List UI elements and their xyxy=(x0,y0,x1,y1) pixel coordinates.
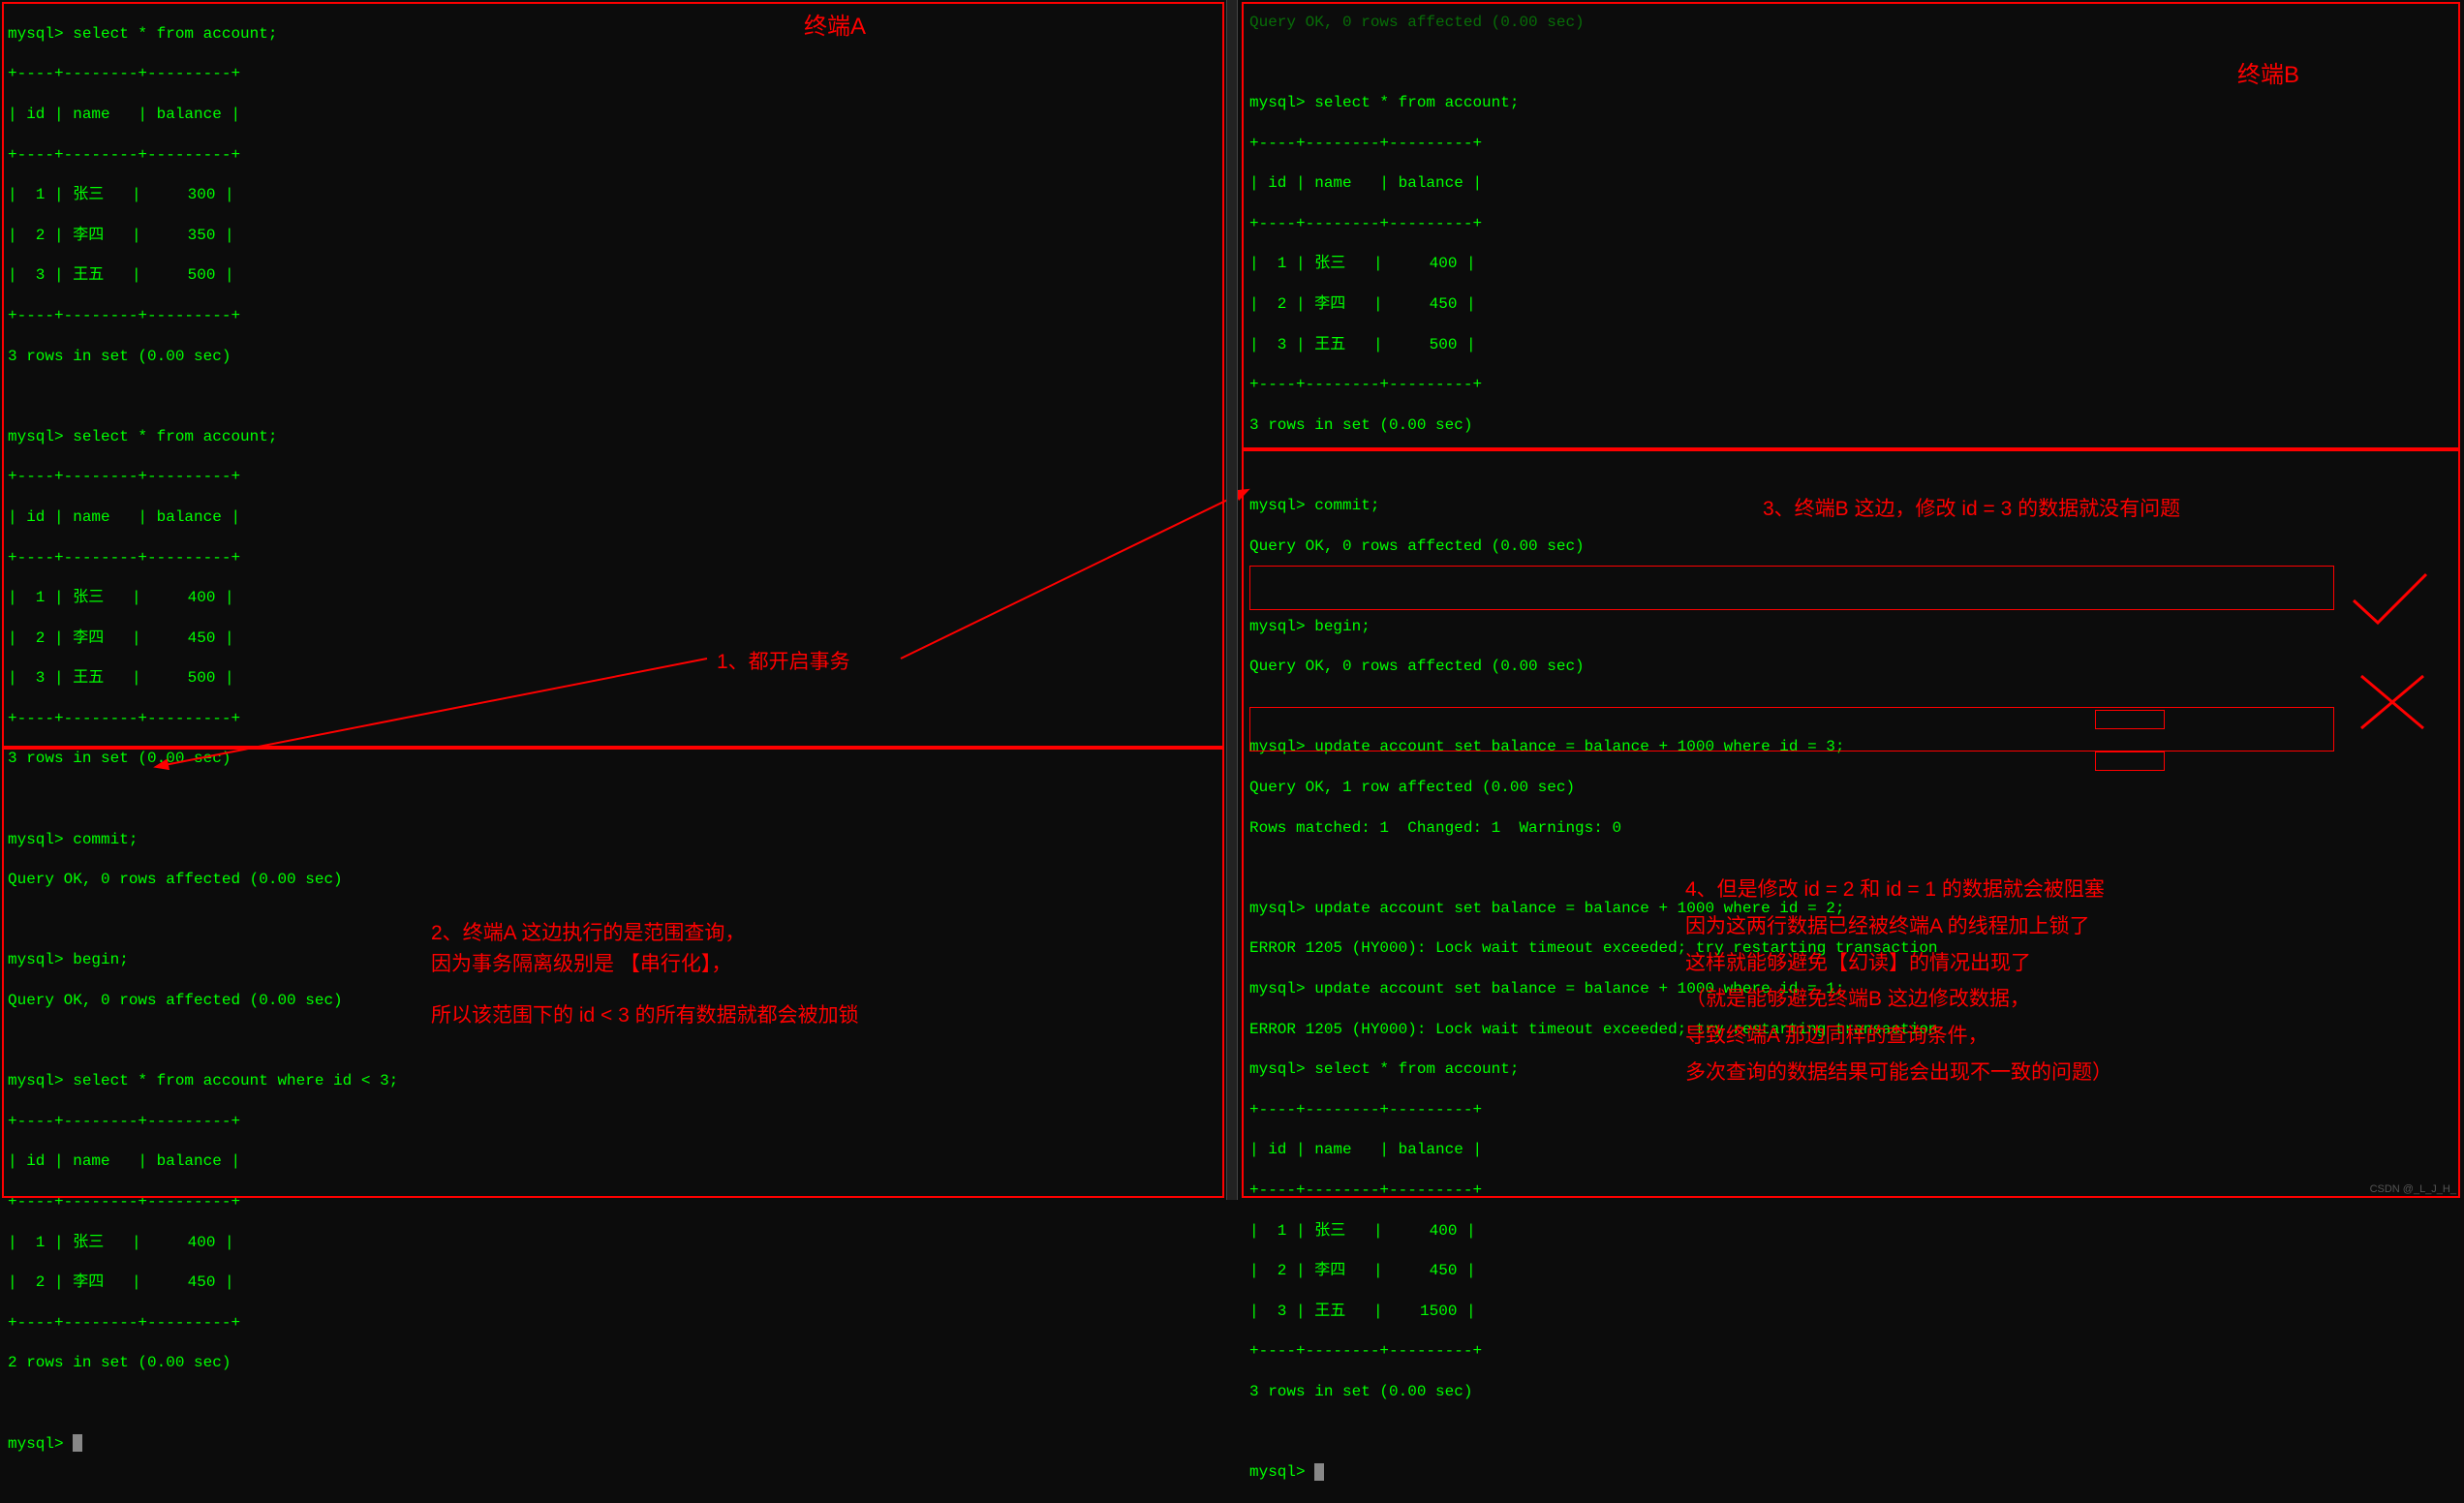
terminal-line: | id | name | balance | xyxy=(8,507,1224,528)
terminal-prompt[interactable]: mysql> xyxy=(8,1434,1224,1455)
terminal-line: | 2 | 李四 | 450 | xyxy=(8,1273,1224,1293)
terminal-line: Query OK, 1 row affected (0.00 sec) xyxy=(1249,778,2456,798)
terminal-line: | 2 | 李四 | 450 | xyxy=(8,629,1224,649)
watermark: CSDN @_L_J_H_ xyxy=(2370,1182,2456,1196)
terminal-line: +----+--------+---------+ xyxy=(8,1313,1224,1334)
pane-divider[interactable] xyxy=(1226,0,1238,1200)
terminal-line: mysql> begin; xyxy=(1249,617,2456,637)
terminal-line: +----+--------+---------+ xyxy=(8,548,1224,568)
terminal-line: | id | name | balance | xyxy=(8,1151,1224,1172)
terminal-prompt[interactable]: mysql> xyxy=(1249,1462,2456,1483)
terminal-line: | id | name | balance | xyxy=(8,105,1224,125)
terminal-line: | id | name | balance | xyxy=(1249,1140,2456,1160)
terminal-line: | 3 | 王五 | 1500 | xyxy=(1249,1302,2456,1322)
terminal-b-title: 终端B xyxy=(2237,58,2299,93)
terminal-line: | 1 | 张三 | 400 | xyxy=(8,1233,1224,1253)
terminal-line: 3 rows in set (0.00 sec) xyxy=(8,749,1224,769)
terminal-line: mysql> commit; xyxy=(8,830,1224,850)
terminal-line xyxy=(1249,1423,2456,1443)
terminal-line: | 3 | 王五 | 500 | xyxy=(8,265,1224,286)
terminal-line: 3 rows in set (0.00 sec) xyxy=(1249,1382,2456,1402)
terminal-line: Query OK, 0 rows affected (0.00 sec) xyxy=(8,870,1224,890)
terminal-line: | 1 | 张三 | 300 | xyxy=(8,185,1224,205)
cursor-icon xyxy=(1314,1463,1324,1481)
terminal-line: | 2 | 李四 | 450 | xyxy=(1249,294,2456,315)
terminal-line xyxy=(8,386,1224,407)
terminal-line xyxy=(8,1031,1224,1052)
terminal-line: | id | name | balance | xyxy=(1249,173,2456,194)
terminal-line: | 2 | 李四 | 450 | xyxy=(1249,1261,2456,1281)
terminal-line: | 1 | 张三 | 400 | xyxy=(8,588,1224,608)
terminal-line: +----+--------+---------+ xyxy=(1249,1100,2456,1120)
terminal-line: mysql> select * from account; xyxy=(8,24,1224,45)
terminal-line xyxy=(1249,697,2456,718)
terminal-line xyxy=(1249,576,2456,597)
terminal-line: +----+--------+---------+ xyxy=(1249,1341,2456,1362)
terminal-line: +----+--------+---------+ xyxy=(8,1192,1224,1212)
terminal-line: +----+--------+---------+ xyxy=(1249,214,2456,234)
terminal-line xyxy=(1249,455,2456,475)
cursor-icon xyxy=(73,1434,82,1452)
terminal-line: | 3 | 王五 | 500 | xyxy=(1249,335,2456,355)
terminal-line: +----+--------+---------+ xyxy=(1249,134,2456,154)
terminal-line xyxy=(8,789,1224,810)
terminal-line: mysql> update account set balance = bala… xyxy=(1249,737,2456,757)
terminal-line: | 2 | 李四 | 350 | xyxy=(8,226,1224,246)
terminal-line: | 1 | 张三 | 400 | xyxy=(1249,254,2456,274)
terminal-line: | 3 | 王五 | 500 | xyxy=(8,668,1224,689)
terminal-line: mysql> select * from account; xyxy=(1249,93,2456,113)
terminal-line: 3 rows in set (0.00 sec) xyxy=(1249,415,2456,436)
terminal-line: mysql> select * from account where id < … xyxy=(8,1071,1224,1091)
terminal-line: Rows matched: 1 Changed: 1 Warnings: 0 xyxy=(1249,818,2456,839)
terminal-line: +----+--------+---------+ xyxy=(8,709,1224,729)
terminal-line: 2 rows in set (0.00 sec) xyxy=(8,1353,1224,1373)
terminal-line: +----+--------+---------+ xyxy=(1249,375,2456,395)
annotation-2: 2、终端A 这边执行的是范围查询， 因为事务隔离级别是 【串行化】， 所以该范围… xyxy=(431,918,859,1031)
terminal-line: +----+--------+---------+ xyxy=(8,467,1224,487)
terminal-line: Query OK, 0 rows affected (0.00 sec) xyxy=(1249,657,2456,677)
annotation-4: 4、但是修改 id = 2 和 id = 1 的数据就会被阻塞 因为这两行数据已… xyxy=(1685,872,2112,1091)
terminal-line: 3 rows in set (0.00 sec) xyxy=(8,347,1224,367)
terminal-line: +----+--------+---------+ xyxy=(8,145,1224,166)
terminal-line: mysql> select * from account; xyxy=(8,427,1224,447)
terminal-line xyxy=(8,1394,1224,1414)
annotation-3: 3、终端B 这边，修改 id = 3 的数据就没有问题 xyxy=(1763,494,2180,525)
terminal-line: | 1 | 张三 | 400 | xyxy=(1249,1221,2456,1242)
terminal-line: +----+--------+---------+ xyxy=(8,64,1224,84)
terminal-line: Query OK, 0 rows affected (0.00 sec) xyxy=(1249,537,2456,557)
terminal-line: +----+--------+---------+ xyxy=(8,306,1224,326)
annotation-1: 1、都开启事务 xyxy=(717,647,850,678)
terminal-line: +----+--------+---------+ xyxy=(8,1112,1224,1132)
terminal-a-title: 终端A xyxy=(804,10,866,45)
terminal-line: Query OK, 0 rows affected (0.00 sec) xyxy=(1249,13,2456,33)
terminal-line: +----+--------+---------+ xyxy=(1249,1181,2456,1201)
